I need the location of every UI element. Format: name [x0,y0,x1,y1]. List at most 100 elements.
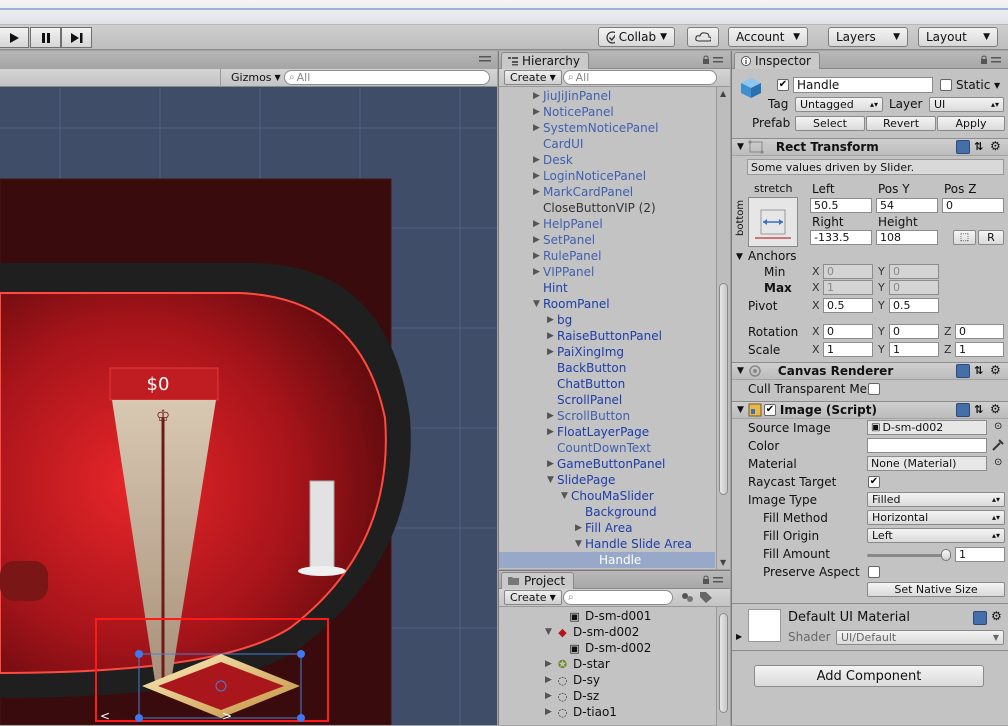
expand-right-icon[interactable]: ▶ [547,315,557,325]
shader-dropdown[interactable]: UI/Default ▼ [836,630,1004,645]
tab-project[interactable]: Project [501,572,575,589]
settings-gear-icon[interactable]: ⚙ [990,363,1001,377]
project-create-button[interactable]: Create ▼ [504,590,562,605]
object-picker-icon[interactable]: ⊙ [994,421,1002,432]
rotation-y-field[interactable]: 0 [889,324,939,339]
expand-right-icon[interactable]: ▶ [575,523,585,533]
rotation-z-field[interactable]: 0 [955,324,1004,339]
hierarchy-item[interactable]: ▼ RoomPanel [499,296,715,312]
expand-right-icon[interactable]: ▶ [533,235,543,245]
hierarchy-search-input[interactable]: ⌕ All [563,70,717,85]
add-component-button[interactable]: Add Component [754,665,984,687]
posy-field[interactable]: 54 [876,198,938,213]
blueprint-mode-button[interactable]: ⬚ [953,230,976,245]
canvas-renderer-header[interactable]: ▼ Canvas Renderer ⇅ ⚙ [732,362,1008,380]
color-swatch[interactable] [867,438,987,453]
set-native-size-button[interactable]: Set Native Size [867,582,1005,597]
hierarchy-item[interactable]: ▶ Fill Area [499,520,715,536]
hierarchy-item[interactable]: ▶ RaiseButtonPanel [499,328,715,344]
expand-right-icon[interactable]: ▶ [547,459,557,469]
project-scroll-thumb[interactable] [719,613,728,713]
expand-right-icon[interactable]: ▶ [533,155,543,165]
pause-button[interactable] [30,27,61,48]
scene-view[interactable]: Gizmos ▼ ⌕ All $0 ♔ < > [0,51,497,725]
tag-dropdown[interactable]: Untagged ▴▾ [795,97,883,112]
panel-menu-icon[interactable] [479,55,491,65]
scale-z-field[interactable]: 1 [955,342,1004,357]
project-item[interactable]: ▣ D-sm-d002 [499,640,651,656]
hierarchy-item[interactable]: ▶ ScrollButton [499,408,715,424]
expand-down-icon[interactable]: ▼ [561,491,571,501]
cull-transparent-checkbox[interactable] [868,383,880,395]
expand-down-icon[interactable]: ▼ [575,539,585,549]
settings-gear-icon[interactable]: ⚙ [991,609,1002,623]
right-field[interactable]: -133.5 [810,230,872,245]
expand-right-icon[interactable]: ▶ [547,331,557,341]
layers-dropdown[interactable]: Layers ▼ [828,27,908,47]
material-field[interactable]: None (Material) [867,456,987,471]
expand-down-icon[interactable]: ▼ [533,299,543,309]
layout-dropdown[interactable]: Layout ▼ [918,27,998,47]
preserve-aspect-checkbox[interactable] [868,566,880,578]
scale-y-field[interactable]: 1 [889,342,939,357]
lock-and-menu-icon[interactable] [979,55,1003,65]
help-book-icon[interactable] [956,403,970,417]
prefab-apply-button[interactable]: Apply [937,116,1005,131]
label-tag-icon[interactable] [699,591,713,604]
object-picker-icon[interactable]: ⊙ [994,457,1002,468]
tab-inspector[interactable]: Inspector [734,52,820,69]
hierarchy-item[interactable]: ▼ Handle Slide Area [499,536,715,552]
expand-down-icon[interactable]: ▼ [547,475,557,485]
prefab-select-button[interactable]: Select [795,116,865,131]
fill-method-dropdown[interactable]: Horizontal ▴▾ [867,510,1005,525]
scroll-down-icon[interactable]: ▼ [720,558,726,567]
hierarchy-item[interactable]: ▶ LoginNoticePanel [499,168,715,184]
hierarchy-item[interactable]: CardUI [499,136,715,152]
hierarchy-item[interactable]: ▶ GameButtonPanel [499,456,715,472]
left-field[interactable]: 50.5 [810,198,872,213]
expand-right-icon[interactable]: ▶ [533,91,543,101]
active-checkbox[interactable]: ✔ [777,79,789,91]
resize-handle[interactable] [297,714,305,722]
raw-edit-button[interactable]: R [978,230,1004,245]
expand-right-icon[interactable]: ▶ [533,107,543,117]
hierarchy-item[interactable]: Hint [499,280,715,296]
play-button[interactable] [0,27,29,48]
prefab-revert-button[interactable]: Revert [866,116,936,131]
project-item[interactable]: ▶ ◌ D-tiao1 [499,704,617,720]
foldout-arrow-icon[interactable]: ▶ [736,632,742,641]
fill-amount-field[interactable]: 1 [955,547,1005,562]
posz-field[interactable]: 0 [942,198,1004,213]
hierarchy-item[interactable]: ScrollPanel [499,392,715,408]
expand-right-icon[interactable]: ▶ [545,659,555,669]
expand-right-icon[interactable]: ▶ [547,347,557,357]
project-item[interactable]: ▶ ✪ D-star [499,656,610,672]
hierarchy-item[interactable]: ▶ NoticePanel [499,104,715,120]
image-script-header[interactable]: ▼ ✔ Image (Script) ⇅ ⚙ [732,401,1008,419]
expand-right-icon[interactable]: ▶ [533,251,543,261]
lock-and-menu-icon[interactable] [701,575,725,585]
rotation-x-field[interactable]: 0 [823,324,873,339]
help-book-icon[interactable] [956,364,970,378]
help-book-icon[interactable] [973,611,987,625]
scene-canvas[interactable]: $0 ♔ < > [0,88,497,725]
layer-dropdown[interactable]: UI ▴▾ [929,97,1004,112]
project-item[interactable]: ▶ ◌ D-sy [499,672,600,688]
chevron-down-icon[interactable]: ▼ [994,81,1000,90]
hierarchy-item[interactable]: ▶ FloatLayerPage [499,424,715,440]
resize-handle[interactable] [135,714,143,722]
foldout-arrow-icon[interactable]: ▼ [736,252,743,262]
settings-gear-icon[interactable]: ⚙ [990,139,1001,153]
hierarchy-scrollbar[interactable]: ▲ ▼ [716,87,730,569]
image-type-dropdown[interactable]: Filled ▴▾ [867,492,1005,507]
expand-right-icon[interactable]: ▶ [545,675,555,685]
fill-origin-dropdown[interactable]: Left ▴▾ [867,528,1005,543]
scroll-up-icon[interactable]: ▲ [720,89,726,98]
expand-right-icon[interactable]: ▶ [533,123,543,133]
hierarchy-item[interactable]: ▶ HelpPanel [499,216,715,232]
hierarchy-item[interactable]: ▶ VIPPanel [499,264,715,280]
static-checkbox[interactable] [940,79,952,91]
hierarchy-item[interactable]: CloseButtonVIP (2) [499,200,715,216]
hierarchy-item[interactable]: ▶ bg [499,312,715,328]
expand-right-icon[interactable]: ▶ [547,411,557,421]
